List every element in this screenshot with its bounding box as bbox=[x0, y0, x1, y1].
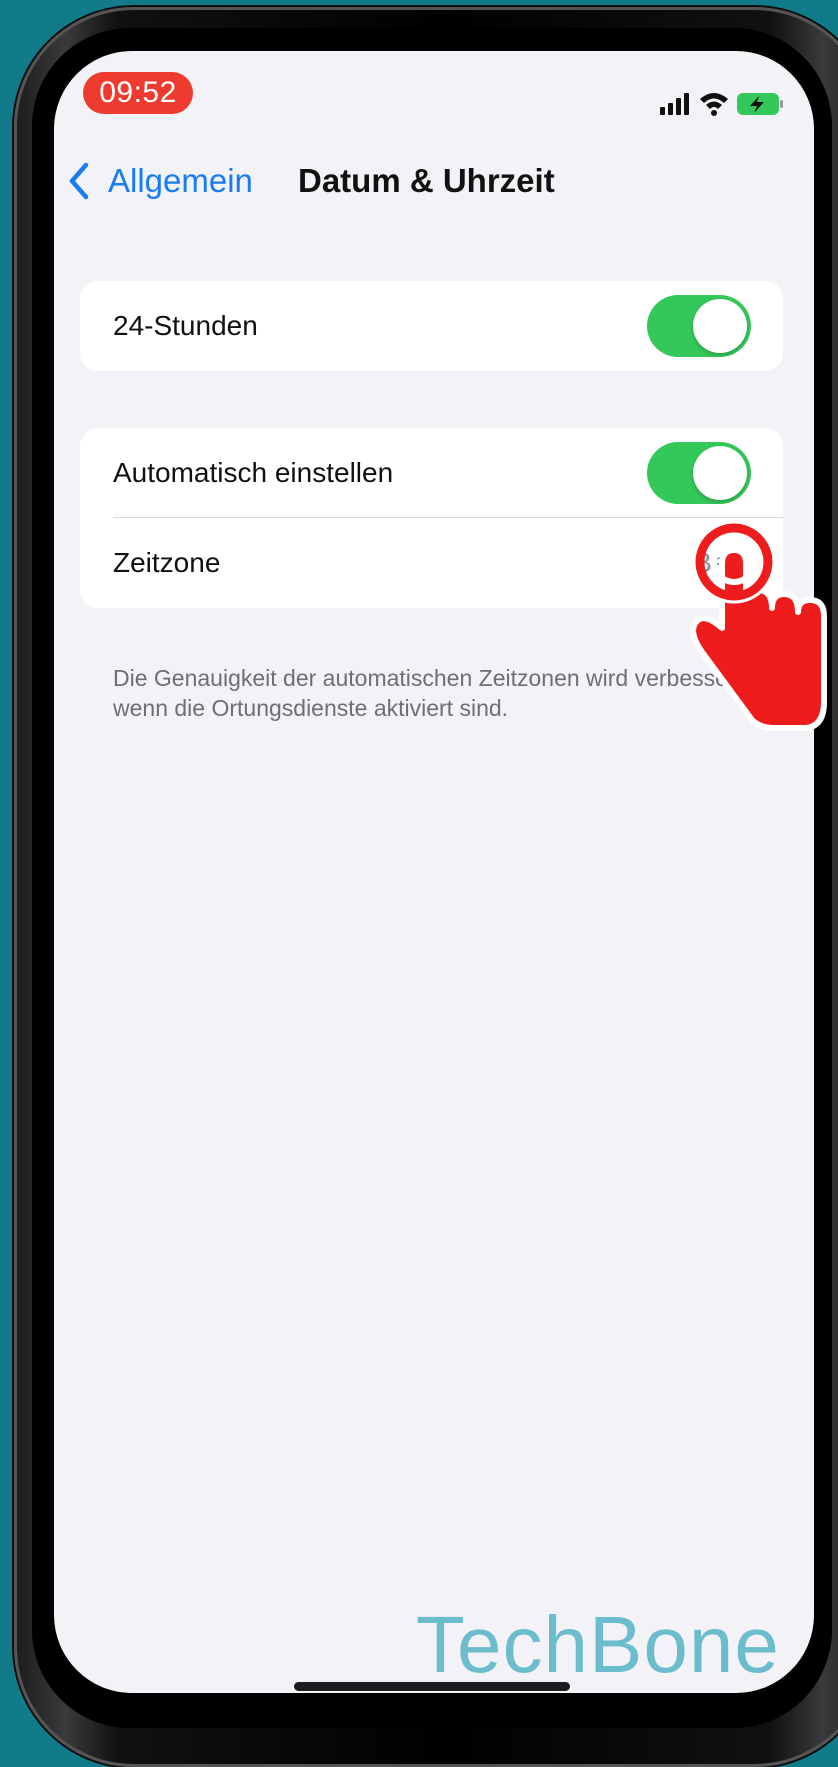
chevron-left-icon bbox=[69, 162, 89, 200]
battery-charging-icon bbox=[737, 93, 783, 115]
footnote: Die Genauigkeit der automatischen Zeitzo… bbox=[113, 665, 749, 721]
row-auto-set: Automatisch einstellen bbox=[80, 428, 783, 518]
24-hours-toggle[interactable] bbox=[647, 295, 751, 357]
row-24-hours: 24-Stunden bbox=[80, 281, 783, 371]
row-timezone[interactable]: Zeitzone Berl bbox=[80, 518, 783, 608]
status-icons bbox=[656, 89, 786, 117]
wifi-icon bbox=[700, 93, 728, 116]
toggle-knob bbox=[693, 446, 747, 500]
settings-group-time: Automatisch einstellen Zeitzone Berl bbox=[80, 428, 783, 608]
settings-group-format: 24-Stunden bbox=[80, 281, 783, 371]
toggle-knob bbox=[693, 299, 747, 353]
tap-hand-icon bbox=[690, 520, 827, 731]
signal-icon bbox=[660, 93, 689, 115]
page-title: Datum & Uhrzeit bbox=[298, 162, 555, 199]
home-indicator[interactable] bbox=[294, 1682, 570, 1691]
back-button[interactable]: Allgemein bbox=[64, 156, 253, 206]
status-time: 09:52 bbox=[83, 72, 193, 114]
row-label: 24-Stunden bbox=[113, 310, 258, 341]
row-label: Zeitzone bbox=[113, 547, 221, 578]
watermark-logo: TechBone bbox=[416, 1600, 780, 1689]
back-label: Allgemein bbox=[108, 162, 253, 199]
row-label: Automatisch einstellen bbox=[113, 457, 394, 488]
auto-set-toggle[interactable] bbox=[647, 442, 751, 504]
screen: 09:52 Allgemein Datum & Uhrzeit 24-Stund… bbox=[54, 51, 814, 1693]
